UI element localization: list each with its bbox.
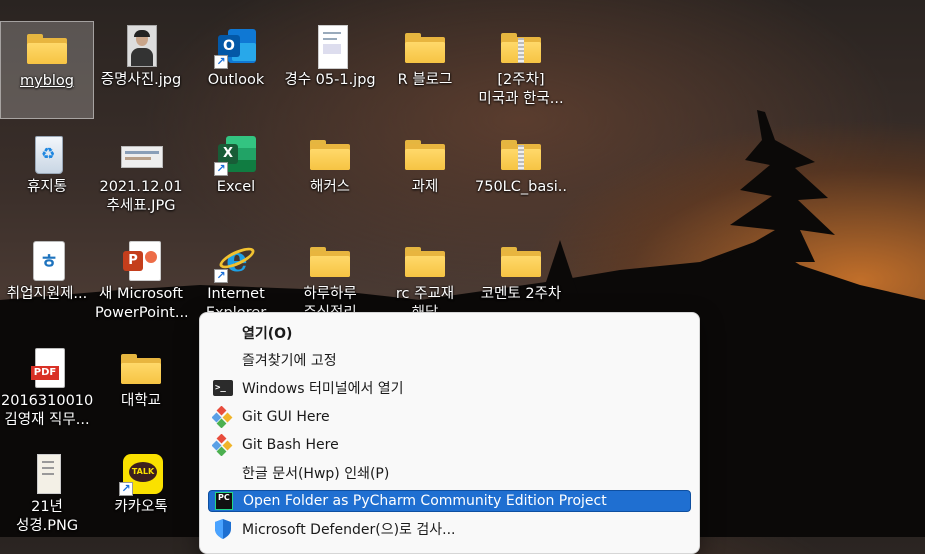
folder-icon [403,239,447,283]
pycharm-icon: PC [213,490,235,512]
menu-item-open[interactable]: 열기(O) [208,322,691,344]
menu-item-open-pycharm[interactable]: PC Open Folder as PyCharm Community Edit… [208,490,691,512]
desktop-icon-label: 750LC_basi... [475,179,567,195]
context-menu: 열기(O) 즐겨찾기에 고정 >_ Windows 터미널에서 열기 Git G… [199,312,700,554]
zip-folder-icon [499,25,543,69]
desktop-icon-label: [2주차] 미국과 한국... [478,72,564,107]
menu-item-pin-to-favorites[interactable]: 즐겨찾기에 고정 [208,349,691,371]
desktop-icon-label: 취업지원제... [6,286,88,302]
desktop-icon-trend-jpg[interactable]: 2021.12.01 추세표.JPG [94,128,188,226]
image-thumbnail-icon [25,452,69,496]
hwp-document-icon: ㅎ [25,239,69,283]
desktop-icon-label: 해커스 [309,179,351,195]
desktop: myblog 증명사진.jpg O ↗ Outlook 경수 05-1.jpg … [0,0,925,554]
folder-icon [403,132,447,176]
menu-item-hwp-print[interactable]: 한글 문서(Hwp) 인쇄(P) [208,462,691,484]
folder-icon [308,132,352,176]
menu-item-git-bash[interactable]: Git Bash Here [208,433,691,457]
desktop-icon-label: 코멘토 2주차 [480,286,562,302]
folder-icon [403,25,447,69]
folder-icon [308,239,352,283]
desktop-icon-assignment[interactable]: 과제 [378,128,472,226]
menu-item-git-gui[interactable]: Git GUI Here [208,405,691,429]
menu-item-label: 한글 문서(Hwp) 인쇄(P) [242,466,390,482]
desktop-icon-label: 휴지통 [26,179,68,195]
terminal-icon: >_ [212,377,234,399]
desktop-icon-excel[interactable]: X ↗ Excel [189,128,283,226]
menu-item-open-in-terminal[interactable]: >_ Windows 터미널에서 열기 [208,377,691,399]
desktop-icon-university[interactable]: 대학교 [94,342,188,440]
desktop-icon-myblog[interactable]: myblog [0,21,94,119]
image-thumbnail-icon [308,25,352,69]
menu-item-label: Microsoft Defender(으)로 검사... [242,522,456,538]
menu-item-label: 열기(O) [242,326,293,342]
powerpoint-icon: P [119,239,163,283]
internet-explorer-icon: e ↗ [214,239,258,283]
menu-item-label: 즐겨찾기에 고정 [242,353,337,369]
desktop-icon-label: 새 Microsoft PowerPoint... [95,286,187,321]
desktop-icon-label: 2016310010 김영재 직무... [1,393,93,428]
photo-thumbnail-icon [119,25,163,69]
kakaotalk-icon: TALK ↗ [119,452,163,496]
desktop-icon-label: myblog [19,73,74,89]
desktop-icon-label: 증명사진.jpg [100,72,182,88]
desktop-icon-label: Excel [216,179,256,195]
desktop-icon-recycle-bin[interactable]: ♻ 휴지통 [0,128,94,226]
menu-item-label: Windows 터미널에서 열기 [242,381,404,397]
recycle-bin-icon: ♻ [25,132,69,176]
desktop-icon-id-photo[interactable]: 증명사진.jpg [94,21,188,119]
desktop-icon-week2-zip[interactable]: [2주차] 미국과 한국... [474,21,568,119]
desktop-icon-gyeongsu-jpg[interactable]: 경수 05-1.jpg [283,21,377,119]
folder-icon [119,346,163,390]
desktop-icon-job-support[interactable]: ㅎ 취업지원제... [0,235,94,333]
git-icon [211,433,234,457]
desktop-icon-r-blog[interactable]: R 블로그 [378,21,472,119]
desktop-icon-label: Outlook [207,72,265,88]
excel-icon: X ↗ [214,132,258,176]
desktop-icon-label: 과제 [411,179,439,195]
outlook-icon: O ↗ [214,25,258,69]
desktop-icon-label: 21년 성경.PNG [15,499,79,534]
pdf-icon: PDF [25,346,69,390]
desktop-icon-hackers[interactable]: 해커스 [283,128,377,226]
menu-item-label: Git Bash Here [242,437,339,453]
desktop-icon-label: 대학교 [120,393,162,409]
desktop-icon-kakaotalk[interactable]: TALK ↗ 카카오톡 [94,448,188,546]
folder-icon [25,26,69,70]
desktop-icon-750lc-zip[interactable]: 750LC_basi... [474,128,568,226]
desktop-icon-pdf-document[interactable]: PDF 2016310010 김영재 직무... [0,342,94,440]
menu-item-label: Git GUI Here [242,409,330,425]
desktop-icon-label: 2021.12.01 추세표.JPG [99,179,183,214]
image-thumbnail-icon [119,132,163,176]
desktop-icon-bible-png[interactable]: 21년 성경.PNG [0,448,94,546]
zip-folder-icon [499,132,543,176]
desktop-icon-label: R 블로그 [397,72,453,88]
desktop-icon-new-powerpoint[interactable]: P 새 Microsoft PowerPoint... [94,235,188,333]
desktop-icon-outlook[interactable]: O ↗ Outlook [189,21,283,119]
desktop-icon-label: 카카오톡 [114,499,168,515]
folder-icon [499,239,543,283]
menu-item-label: Open Folder as PyCharm Community Edition… [243,493,607,509]
git-icon [211,405,234,429]
desktop-icon-label: 경수 05-1.jpg [284,72,376,88]
